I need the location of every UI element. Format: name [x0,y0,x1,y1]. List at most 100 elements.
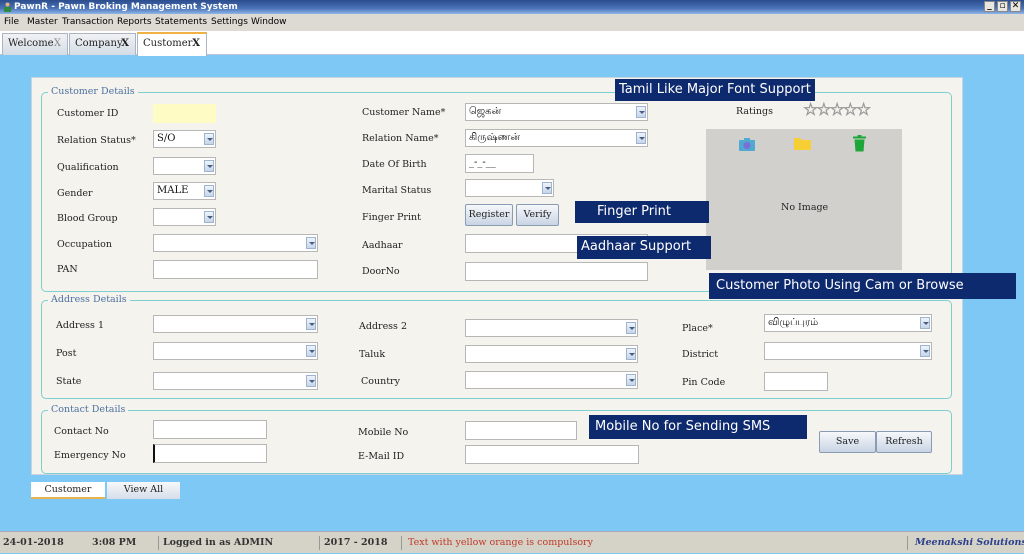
status-bar: 24-01-2018 3:08 PM Logged in as ADMIN 20… [0,531,1024,553]
callout-tamil-font: Tamil Like Major Font Support [615,79,815,101]
save-button[interactable]: Save [819,431,876,453]
relation-status-value: S/O [157,133,176,144]
customer-photo-box: No Image [706,129,902,270]
district-select[interactable] [764,342,932,360]
emergency-no-field[interactable] [153,444,267,463]
chevron-down-icon[interactable] [920,345,930,357]
post-select[interactable] [153,342,318,360]
pan-label: PAN [57,264,78,275]
pin-code-label: Pin Code [682,377,726,388]
status-separator [401,536,402,550]
status-hint: Text with yellow orange is compulsory [408,537,593,548]
chevron-down-icon[interactable] [636,106,646,118]
chevron-down-icon[interactable] [636,132,646,144]
menu-reports[interactable]: Reports [117,14,152,31]
bottom-tab-customer[interactable]: Customer [31,482,105,499]
chevron-down-icon[interactable] [626,348,636,360]
tab-label: Welcome [8,38,54,49]
address1-select[interactable] [153,315,318,333]
gender-select[interactable]: MALE [153,182,216,200]
pan-field[interactable] [153,260,318,279]
menu-window[interactable]: Window [251,14,287,31]
occupation-select[interactable] [153,234,318,252]
status-time: 3:08 PM [92,537,137,548]
register-fingerprint-button[interactable]: Register [465,204,513,226]
folder-icon[interactable] [794,137,811,150]
relation-status-select[interactable]: S/O [153,130,216,148]
chevron-down-icon[interactable] [626,374,636,386]
callout-customer-photo: Customer Photo Using Cam or Browse [709,273,1016,299]
refresh-button[interactable]: Refresh [876,431,932,453]
post-label: Post [56,348,77,359]
tab-label: Customer [143,38,193,49]
status-separator [158,536,159,550]
chevron-down-icon[interactable] [204,185,214,197]
tab-close-icon[interactable]: X [192,34,200,54]
marital-status-label: Marital Status [362,185,432,196]
state-label: State [56,376,82,387]
emergency-no-label: Emergency No [54,450,126,461]
chevron-down-icon[interactable] [204,211,214,223]
menu-master[interactable]: Master [27,14,58,31]
customer-id-field[interactable] [153,104,216,123]
menu-statements[interactable]: Statements [155,14,207,31]
trash-icon[interactable] [853,135,866,152]
window-title: PawnR - Pawn Broking Management System [14,2,238,12]
finger-print-label: Finger Print [362,212,421,223]
verify-fingerprint-button[interactable]: Verify [516,204,559,226]
tab-strip: Welcome X Company X Customer X [0,31,1024,56]
minimize-button[interactable]: _ [984,1,995,12]
email-id-field[interactable] [465,445,639,464]
chevron-down-icon[interactable] [306,345,316,357]
chevron-down-icon[interactable] [306,318,316,330]
chevron-down-icon[interactable] [920,317,930,329]
address2-label: Address 2 [359,321,408,332]
customer-name-select[interactable]: ஜெகன் [465,103,648,121]
aadhaar-label: Aadhaar [362,240,403,251]
place-value: விழுப்புரம் [768,317,819,328]
pin-code-field[interactable] [764,372,828,391]
gender-value: MALE [157,185,189,196]
chevron-down-icon[interactable] [542,182,552,194]
marital-status-select[interactable] [465,179,554,197]
place-select[interactable]: விழுப்புரம் [764,314,932,332]
bottom-tab-view-all[interactable]: View All [107,482,180,499]
relation-name-select[interactable]: கிருஷ்ணன் [465,129,648,147]
tab-company[interactable]: Company X [69,33,136,55]
chevron-down-icon[interactable] [204,160,214,172]
door-no-field[interactable] [465,262,648,281]
rating-stars[interactable]: ☆☆☆☆☆ [803,100,872,121]
taluk-label: Taluk [359,349,386,360]
close-button[interactable]: ✕ [1010,1,1021,12]
address2-select[interactable] [465,319,638,337]
restore-button[interactable]: ▫ [997,1,1008,12]
menu-settings[interactable]: Settings [211,14,248,31]
app-icon [4,2,11,12]
address1-label: Address 1 [56,320,105,331]
email-id-label: E-Mail ID [358,451,405,462]
country-select[interactable] [465,371,638,389]
state-select[interactable] [153,372,318,390]
chevron-down-icon[interactable] [626,322,636,334]
taluk-select[interactable] [465,345,638,363]
camera-icon[interactable] [739,137,755,151]
blood-group-select[interactable] [153,208,216,226]
blood-group-label: Blood Group [57,213,118,224]
callout-mobile-sms: Mobile No for Sending SMS [589,415,807,439]
date-of-birth-field[interactable]: _-_-__ [465,154,534,173]
group-title: Address Details [48,294,130,306]
tab-close-icon[interactable]: X [54,34,61,54]
tab-welcome[interactable]: Welcome X [2,33,68,55]
chevron-down-icon[interactable] [204,133,214,145]
tab-customer[interactable]: Customer X [137,32,207,56]
chevron-down-icon[interactable] [306,237,316,249]
group-title: Customer Details [48,86,138,98]
menu-transaction[interactable]: Transaction [62,14,114,31]
qualification-select[interactable] [153,157,216,175]
mobile-no-field[interactable] [465,421,577,440]
contact-no-field[interactable] [153,420,267,439]
chevron-down-icon[interactable] [306,375,316,387]
tab-close-icon[interactable]: X [121,34,129,54]
title-bar: PawnR - Pawn Broking Management System _… [0,0,1024,14]
menu-file[interactable]: File [4,14,19,31]
